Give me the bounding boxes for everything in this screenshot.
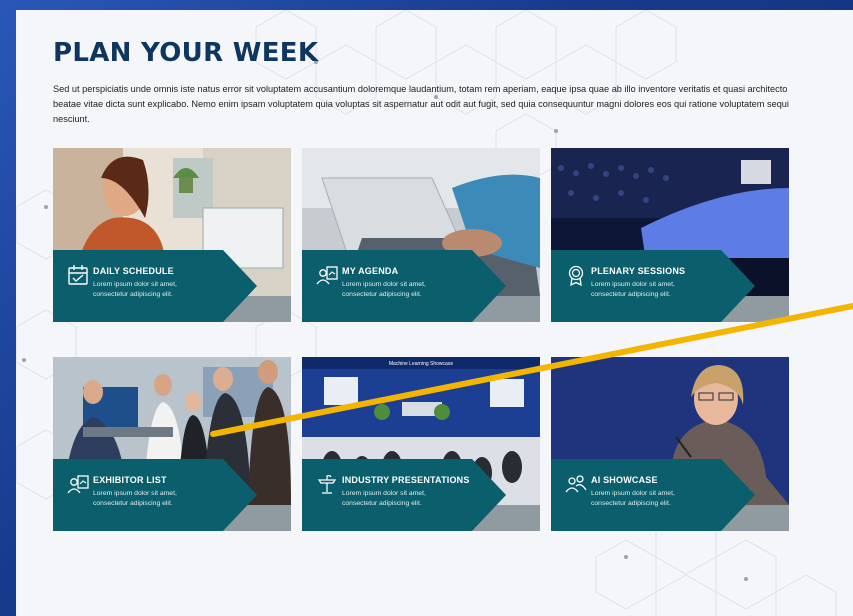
card-description: Lorem ipsum dolor sit amet, consectetur … xyxy=(591,281,675,298)
card-description: Lorem ipsum dolor sit amet, consectetur … xyxy=(93,490,177,507)
card-exhibitor-list[interactable]: EXHIBITOR LIST Lorem ipsum dolor sit ame… xyxy=(53,357,291,531)
card-title: INDUSTRY PRESENTATIONS xyxy=(342,475,470,485)
industry-banner-text: Machine Learning Showcase xyxy=(389,361,453,367)
calendar-icon xyxy=(68,265,88,285)
card-daily-schedule[interactable]: DAILY SCHEDULE Lorem ipsum dolor sit ame… xyxy=(53,148,291,322)
intro-text: Sed ut perspiciatis unde omnis iste natu… xyxy=(53,84,789,124)
card-plenary-sessions[interactable]: PLENARY SESSIONS Lorem ipsum dolor sit a… xyxy=(551,148,789,322)
card-title: PLENARY SESSIONS xyxy=(591,266,686,276)
plan-week-page: PLAN YOUR WEEK Sed ut perspiciatis unde … xyxy=(16,10,853,616)
card-description: Lorem ipsum dolor sit amet, consectetur … xyxy=(591,490,675,507)
exhibitor-person-icon xyxy=(67,475,89,494)
card-ai-showcase[interactable]: AI SHOWCASE Lorem ipsum dolor sit amet, … xyxy=(551,357,789,531)
card-title: EXHIBITOR LIST xyxy=(93,475,167,485)
people-group-icon xyxy=(565,475,587,493)
card-my-agenda[interactable]: MY AGENDA Lorem ipsum dolor sit amet, co… xyxy=(302,148,540,322)
card-title: DAILY SCHEDULE xyxy=(93,266,174,276)
agenda-person-icon xyxy=(316,266,338,285)
card-description: Lorem ipsum dolor sit amet, consectetur … xyxy=(342,281,426,298)
podium-icon xyxy=(317,475,337,494)
card-description: Lorem ipsum dolor sit amet, consectetur … xyxy=(93,281,177,298)
card-title: AI SHOWCASE xyxy=(591,475,658,485)
card-description: Lorem ipsum dolor sit amet, consectetur … xyxy=(342,490,426,507)
card-industry-presentations[interactable]: Machine Learning Showcase INDUSTRY PRESE… xyxy=(302,357,540,531)
award-medal-icon xyxy=(568,265,584,286)
page-title: PLAN YOUR WEEK xyxy=(53,38,319,68)
card-title: MY AGENDA xyxy=(342,266,399,276)
